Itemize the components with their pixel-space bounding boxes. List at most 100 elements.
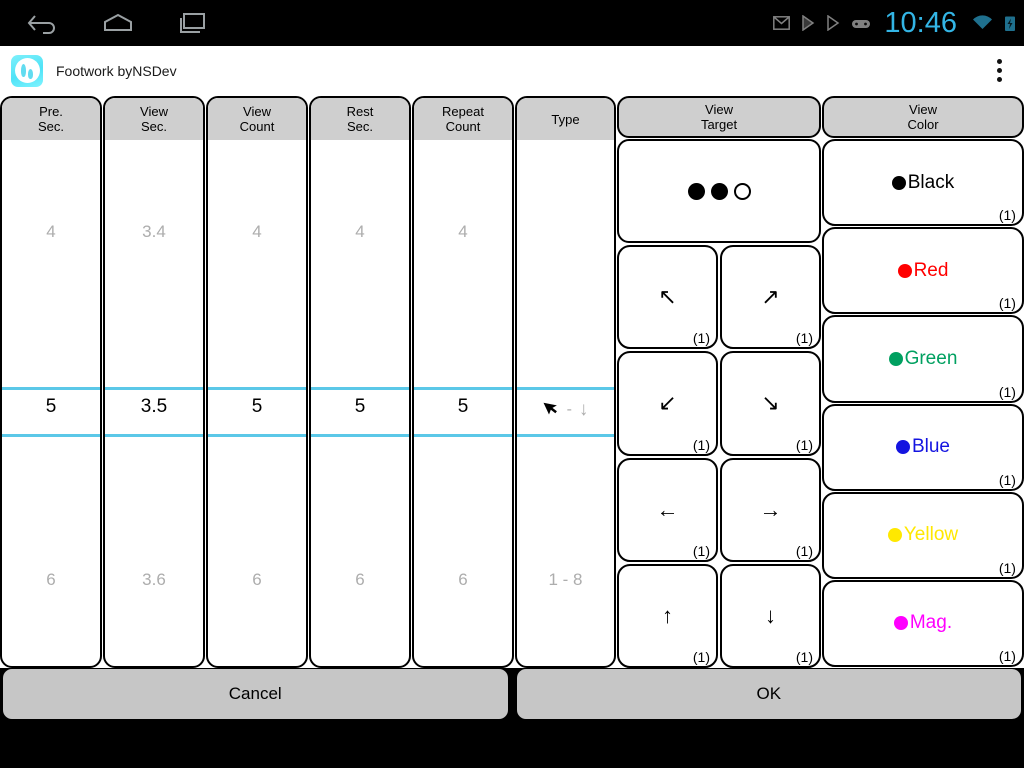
picker-pre_sec-header: Pre. Sec. <box>2 98 100 140</box>
selection-line-top <box>2 387 100 390</box>
picker-repeat_count-header-line2: Count <box>445 119 481 134</box>
picker-view_sec-above[interactable]: 3.4 <box>105 222 203 242</box>
color-option-green[interactable]: Green (1) <box>822 315 1024 403</box>
picker-view_count-header-line2: Count <box>239 119 275 134</box>
picker-rest_sec-above[interactable]: 4 <box>311 222 409 242</box>
ok-button[interactable]: OK <box>515 668 1022 720</box>
color-option-mag[interactable]: Mag. (1) <box>822 579 1024 668</box>
picker-type-header-line1: Type <box>551 111 580 127</box>
color-swatch-icon <box>895 440 910 455</box>
color-option-list: Black (1) Red (1) Green (1) Blue (1) Yellow (1) Ma… <box>822 139 1024 668</box>
color-option-label: Green <box>904 347 958 369</box>
color-option-count: (1) <box>998 207 1016 224</box>
target-button-arrow-up-right[interactable]: ↗ (1) <box>720 245 821 350</box>
arrow-up-right-icon: ↗ <box>761 284 780 310</box>
play-music-icon <box>801 15 815 31</box>
picker-repeat_count-body[interactable]: 4 5 6 <box>414 140 512 666</box>
footprint-right-icon <box>27 69 33 79</box>
view-color-panel: View Color Black (1) Red (1) Green (1) Blue (1)… <box>822 96 1024 668</box>
view-target-header: View Target <box>617 96 821 138</box>
target-button-arrow-left[interactable]: ← (1) <box>617 457 719 562</box>
color-option-count: (1) <box>998 471 1016 488</box>
selection-line-bottom <box>208 434 306 437</box>
selection-line-bottom <box>2 434 100 437</box>
picker-repeat_count-above[interactable]: 4 <box>414 222 512 242</box>
app-action-bar: Footwork byNSDev <box>0 46 1024 96</box>
recents-icon[interactable] <box>170 8 214 38</box>
picker-repeat_count[interactable]: Repeat Count 4 5 6 <box>412 96 514 668</box>
target-button-arrow-up[interactable]: ↑ (1) <box>617 563 719 668</box>
picker-pre_sec-above[interactable]: 4 <box>2 222 100 242</box>
picker-view_count-below[interactable]: 6 <box>208 570 306 590</box>
picker-view_count-above[interactable]: 4 <box>208 222 306 242</box>
picker-repeat_count-below[interactable]: 6 <box>414 570 512 590</box>
target-dot-2 <box>710 182 728 200</box>
target-button-arrow-down-right[interactable]: ↘ (1) <box>720 351 821 456</box>
picker-view_count[interactable]: View Count 4 5 6 <box>206 96 308 668</box>
view-target-panel: View Target ↖ (1) ↗ (1) ↙ (1) ↘ (1) ← (1) → (1) ↑ (1)… <box>617 96 821 668</box>
color-option-blue[interactable]: Blue (1) <box>822 403 1024 491</box>
picker-pre_sec-header-line2: Sec. <box>37 119 64 134</box>
selection-line-bottom <box>517 434 615 437</box>
color-swatch-icon <box>897 263 912 278</box>
color-swatch-icon <box>891 175 906 190</box>
numeric-picker-group: Pre. Sec. 4 5 6 View Sec. 3.4 3.5 3.6 View Count 4 5 6… <box>0 96 515 668</box>
picker-view_sec-body[interactable]: 3.4 3.5 3.6 <box>105 140 203 666</box>
color-option-label: Mag. <box>909 612 953 634</box>
footwork-app-icon <box>11 54 43 87</box>
target-dots-preview[interactable] <box>617 139 821 243</box>
picker-pre_sec[interactable]: Pre. Sec. 4 5 6 <box>0 96 102 668</box>
selection-line-top <box>208 387 306 390</box>
color-option-red[interactable]: Red (1) <box>822 227 1024 315</box>
picker-view_sec-selected: 3.5 <box>140 396 168 417</box>
picker-type-body[interactable]: - ↓ 1 - 8 <box>517 140 615 666</box>
picker-rest_sec-body[interactable]: 4 5 6 <box>311 140 409 666</box>
picker-rest_sec-header-line2: Sec. <box>346 119 373 134</box>
picker-repeat_count-selected: 5 <box>457 396 469 417</box>
target-button-count: (1) <box>795 330 813 347</box>
target-button-arrow-down-left[interactable]: ↙ (1) <box>617 351 719 456</box>
picker-rest_sec-below[interactable]: 6 <box>311 570 409 590</box>
selection-line-top <box>105 387 203 390</box>
target-button-count: (1) <box>692 330 711 347</box>
target-button-arrow-down[interactable]: ↓ (1) <box>720 563 821 668</box>
settings-dialog: Pre. Sec. 4 5 6 View Sec. 3.4 3.5 3.6 View Count 4 5 6… <box>0 96 1024 668</box>
target-button-arrow-right[interactable]: → (1) <box>720 457 821 562</box>
color-option-black[interactable]: Black (1) <box>822 139 1024 227</box>
system-status-bar: 10:46 <box>0 0 1024 46</box>
color-option-count: (1) <box>998 559 1016 576</box>
target-button-count: (1) <box>692 436 711 453</box>
picker-type-selected: - ↓ <box>517 398 614 421</box>
target-button-count: (1) <box>692 649 711 665</box>
picker-type-header: Type <box>517 98 615 140</box>
back-icon[interactable] <box>22 8 66 38</box>
picker-pre_sec-body[interactable]: 4 5 6 <box>2 140 100 666</box>
home-icon[interactable] <box>96 8 140 38</box>
picker-view_sec[interactable]: View Sec. 3.4 3.5 3.6 <box>103 96 205 668</box>
cancel-button[interactable]: Cancel <box>2 668 509 720</box>
color-swatch-icon <box>887 528 902 543</box>
arrow-up-icon: ↑ <box>662 602 674 628</box>
picker-view_sec-below[interactable]: 3.6 <box>105 570 203 590</box>
color-option-yellow[interactable]: Yellow (1) <box>822 491 1024 579</box>
picker-pre_sec-selected: 5 <box>45 396 57 417</box>
view-color-header-line2: Color <box>907 117 939 132</box>
dialog-footer: Cancel OK <box>0 668 1024 720</box>
picker-type-below[interactable]: 1 - 8 <box>517 570 614 590</box>
app-title: Footwork byNSDev <box>56 62 177 79</box>
target-button-count: (1) <box>692 542 711 559</box>
picker-view_count-body[interactable]: 4 5 6 <box>208 140 306 666</box>
picker-pre_sec-below[interactable]: 6 <box>2 570 100 590</box>
status-icons: 10:46 <box>773 8 1024 38</box>
picker-type[interactable]: Type - ↓ 1 - 8 <box>515 96 617 668</box>
overflow-menu-icon[interactable] <box>980 47 1024 95</box>
picker-repeat_count-header-line1: Repeat <box>442 104 484 119</box>
footprint-left-icon <box>21 64 27 77</box>
game-controller-icon <box>851 17 871 30</box>
picker-rest_sec[interactable]: Rest Sec. 4 5 6 <box>309 96 411 668</box>
color-option-count: (1) <box>998 648 1016 665</box>
picker-view_count-selected: 5 <box>251 396 263 417</box>
target-button-arrow-up-left[interactable]: ↖ (1) <box>617 245 719 350</box>
view-color-header-line1: View <box>909 102 937 117</box>
selection-line-bottom <box>311 434 409 437</box>
